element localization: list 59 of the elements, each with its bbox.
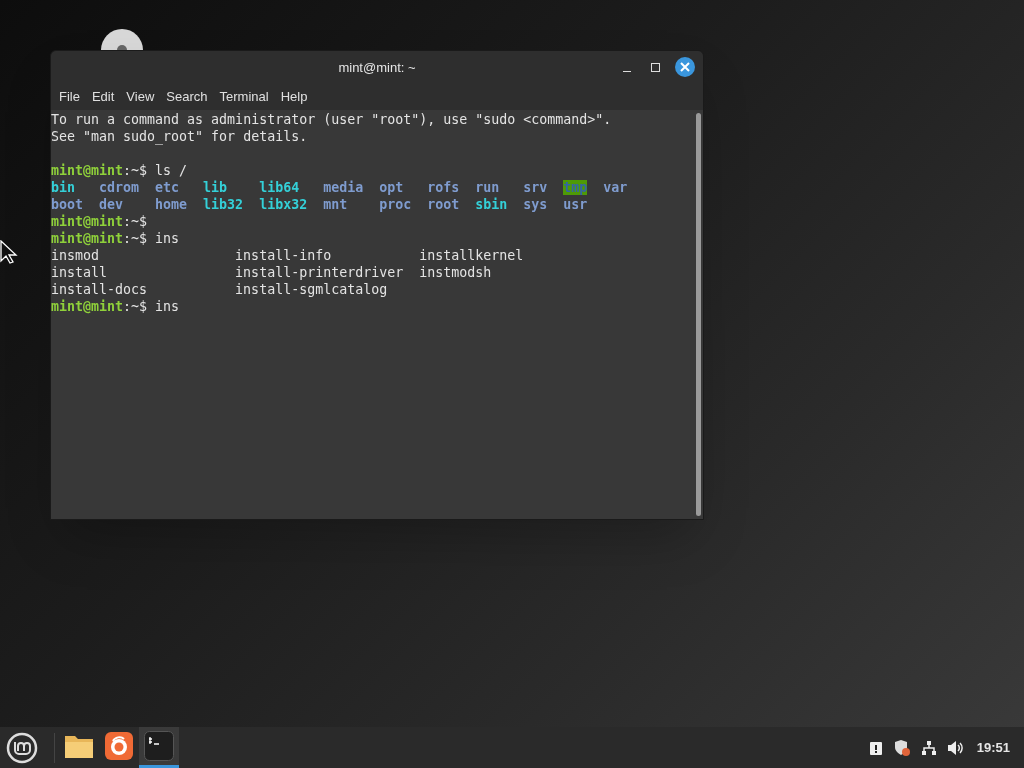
terminal-text: See "man sudo_root" for details. (51, 128, 308, 145)
volume-icon[interactable] (946, 739, 965, 756)
directory-name: mnt (323, 197, 348, 212)
completion-entry: installkernel (419, 248, 524, 263)
flame-globe-icon (105, 732, 133, 760)
clipboard-icon[interactable] (868, 739, 883, 756)
completion-entry: install-docs (51, 282, 148, 297)
prompt-command: :~$ ls / (123, 162, 188, 179)
directory-name: libx32 (259, 197, 308, 212)
prompt-user: mint@mint (51, 162, 124, 179)
completion-entry: install-printerdriver (235, 265, 404, 280)
completion-entry: install-info (235, 248, 332, 263)
network-icon[interactable] (920, 739, 937, 756)
directory-name: root (427, 197, 460, 212)
directory-name: var (603, 180, 628, 195)
directory-name: rofs (427, 180, 460, 195)
directory-name: boot (51, 197, 84, 212)
mouse-pointer-icon (0, 240, 18, 264)
directory-name: lib32 (203, 197, 244, 212)
directory-name: home (155, 197, 188, 212)
directory-name: lib (203, 180, 228, 195)
menu-item[interactable]: View (120, 87, 161, 107)
directory-name: sys (523, 197, 548, 212)
directory-name: sbin (475, 197, 508, 212)
prompt-command: :~$ ins (123, 298, 180, 315)
directory-name: media (323, 180, 364, 195)
directory-name: usr (563, 197, 588, 212)
directory-name: lib64 (259, 180, 300, 195)
directory-name: tmp (563, 180, 588, 195)
completion-entry: insmod (51, 248, 100, 263)
close-button[interactable] (675, 57, 695, 77)
menu-item[interactable]: Help (274, 87, 314, 107)
prompt-user: mint@mint (51, 213, 124, 230)
menu-item[interactable]: Search (160, 87, 214, 107)
menu-item[interactable]: Terminal (213, 87, 275, 107)
directory-name: dev (99, 197, 124, 212)
directory-name: proc (379, 197, 412, 212)
prompt-command: :~$ ins (123, 230, 180, 247)
folder-icon (64, 733, 94, 759)
shield-icon[interactable] (892, 738, 911, 757)
completion-entry: install-sgmlcatalog (235, 282, 388, 297)
prompt-user: mint@mint (51, 298, 124, 315)
terminal-text: To run a command as administrator (user "root"), use "sudo <command>". (51, 111, 612, 128)
terminal-icon (144, 731, 174, 761)
prompt-user: mint@mint (51, 230, 124, 247)
directory-name: run (475, 180, 500, 195)
directory-name: bin (51, 180, 76, 195)
menu-item[interactable]: Edit (85, 87, 121, 107)
directory-name: cdrom (99, 180, 140, 195)
completion-entry: install (51, 265, 108, 280)
completion-entry: instmodsh (419, 265, 492, 280)
directory-name: srv (523, 180, 548, 195)
directory-name: opt (379, 180, 404, 195)
menu-item[interactable]: File (53, 87, 86, 107)
close-icon (680, 62, 690, 72)
prompt-command: :~$ (123, 213, 148, 230)
clock[interactable]: 19:51 (976, 737, 1010, 758)
directory-name: etc (155, 180, 180, 195)
window-title: mint@mint: ~ (338, 58, 416, 77)
